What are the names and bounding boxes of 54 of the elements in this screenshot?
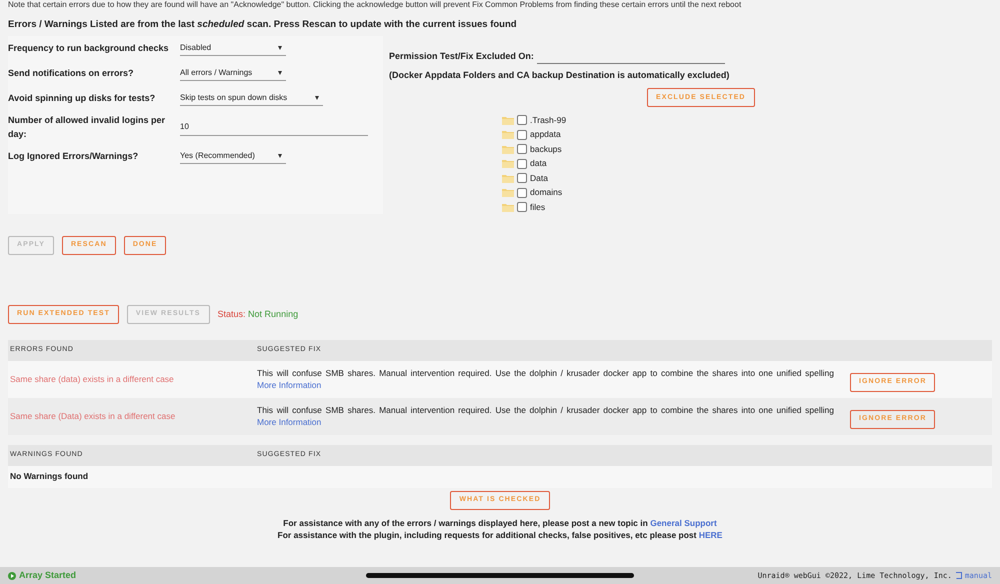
support-link[interactable]: General Support: [650, 518, 717, 528]
checkbox[interactable]: [517, 144, 527, 154]
setting-label: Send notifications on errors?: [8, 67, 135, 80]
more-information-link[interactable]: More Information: [257, 417, 322, 428]
folder-icon: [502, 188, 514, 197]
support-link[interactable]: HERE: [698, 530, 722, 540]
checkbox[interactable]: [517, 130, 527, 140]
exclusion-title: Permission Test/Fix Excluded On:: [389, 50, 534, 64]
folder-icon: [502, 130, 514, 139]
checkbox[interactable]: [517, 115, 527, 125]
input-field[interactable]: 10: [180, 118, 368, 136]
play-icon: [8, 572, 16, 580]
status-value: Not Running: [248, 308, 298, 318]
note-text: Note that certain errors due to how they are found will have an "Acknowledge" button. Clicking the acknowledge button will prevent Fix Common Problems from finding these certain errors until the next reboot: [8, 0, 742, 10]
folder-name: .Trash-99: [530, 114, 566, 126]
folder-icon: [502, 159, 514, 168]
caret-icon: [278, 46, 282, 50]
exclusion-note: (Docker Appdata Folders and CA backup Destination is automatically excluded): [389, 68, 730, 82]
checkbox[interactable]: [517, 202, 527, 212]
select-field[interactable]: Yes (Recommended): [180, 148, 286, 164]
error-text: Same share (Data) exists in a different case: [9, 410, 176, 423]
assistance-text: For assistance with any of the errors / warnings displayed here, please post a new topic in General Support: [283, 516, 717, 529]
array-status: Array Started: [19, 568, 76, 582]
setting-label: Frequency to run background checks: [8, 42, 170, 56]
fix-text: This will confuse SMB shares. Manual intervention required. Use the dolphin / krusader docker app to combine the shares into one unified spelling More Information: [257, 404, 834, 428]
folder-icon: [502, 116, 514, 124]
status-label: Status:: [218, 308, 246, 318]
error-text: Same share (data) exists in a different case: [9, 372, 175, 386]
checkbox[interactable]: [517, 158, 527, 168]
select-field[interactable]: Disabled: [180, 40, 286, 56]
folder-icon: [502, 144, 514, 154]
fix-text: This will confuse SMB shares. Manual intervention required. Use the dolphin / krusader docker app to combine the shares into one unified spelling More Information: [257, 367, 834, 392]
folder-icon: [502, 174, 514, 182]
caret-icon: [315, 96, 319, 100]
folder-name: backups: [530, 142, 562, 156]
folder-icon: [502, 202, 514, 212]
select-field[interactable]: All errors / Warnings: [180, 65, 286, 82]
assistance-text: For assistance with the plugin, including requests for additional checks, false positives, etc please post HERE: [278, 528, 722, 541]
setting-label: Log Ignored Errors/Warnings?: [8, 150, 140, 164]
setting-label: Number of allowed invalid logins per day:: [8, 114, 166, 142]
scan-heading: Errors / Warnings Listed are from the last scheduled scan. Press Rescan to update with the current issues found: [8, 18, 518, 32]
checkbox[interactable]: [517, 188, 527, 198]
select-field[interactable]: Skip tests on spun down disks: [180, 90, 323, 106]
setting-label: Avoid spinning up disks for tests?: [8, 92, 156, 106]
folder-name: domains: [530, 186, 562, 199]
folder-name: files: [530, 200, 546, 214]
folder-name: data: [530, 157, 547, 170]
caret-icon: [278, 70, 282, 75]
caret-icon: [278, 154, 282, 158]
no-warnings-text: No Warnings found: [9, 470, 88, 484]
folder-name: appdata: [530, 128, 561, 141]
folder-name: Data: [530, 172, 548, 184]
more-information-link[interactable]: More Information: [257, 380, 322, 390]
checkbox[interactable]: [517, 173, 527, 183]
